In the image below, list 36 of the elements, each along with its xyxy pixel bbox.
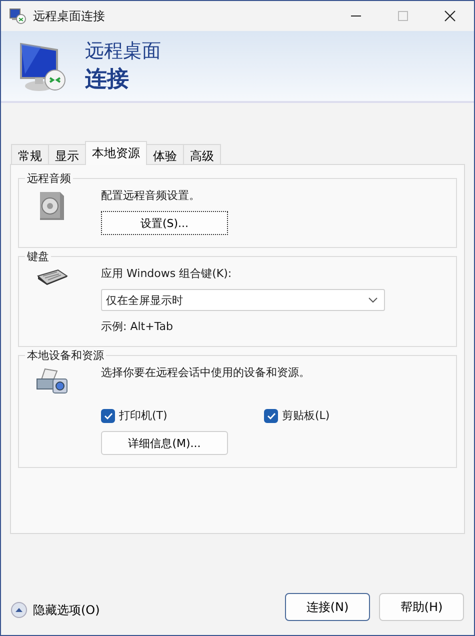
group-title: 键盘 (26, 249, 50, 264)
tab[interactable]: 显示 (48, 144, 86, 164)
tab[interactable]: 高级 (183, 144, 221, 164)
tab[interactable]: 常规 (11, 144, 49, 164)
banner-title: 远程桌面 (85, 39, 161, 64)
dialog-button[interactable]: 帮助(H) (379, 593, 464, 621)
banner-subtitle: 连接 (85, 66, 130, 94)
checkbox-box[interactable] (101, 408, 115, 422)
key-combination-dropdown[interactable]: 仅在全屏显示时 (101, 289, 385, 311)
checkmark-icon (104, 412, 112, 420)
group-title: 远程音频 (26, 171, 72, 186)
keyboard-icon (36, 268, 68, 286)
tab[interactable]: 本地资源 (85, 141, 147, 165)
chevron-down-icon (368, 297, 378, 303)
speaker-icon (38, 190, 66, 222)
app-icon (9, 8, 27, 24)
window-title: 远程桌面连接 (33, 8, 105, 24)
details-button[interactable]: 详细信息(M)... (101, 431, 228, 455)
settings-button[interactable]: 设置(S)... (101, 211, 228, 235)
description-text: 选择你要在远程会话中使用的设备和资源。 (101, 365, 310, 380)
tab[interactable]: 体验 (146, 144, 184, 164)
checkbox-label: 剪贴板(L) (282, 408, 330, 423)
example-text: 示例: Alt+Tab (101, 319, 173, 334)
checkbox[interactable]: 剪贴板(L) (264, 408, 427, 423)
description-text: 配置远程音频设置。 (101, 188, 200, 203)
group-title: 本地设备和资源 (26, 348, 105, 363)
close-icon[interactable] (444, 10, 456, 22)
checkbox[interactable]: 打印机(T) (101, 408, 264, 423)
checkbox-label: 打印机(T) (119, 408, 168, 423)
checkmark-icon (266, 412, 276, 420)
hide-options-toggle[interactable]: 隐藏选项(O) (11, 602, 100, 618)
checkbox-box[interactable] (264, 408, 278, 422)
dialog-button[interactable]: 连接(N) (285, 593, 370, 621)
chevron-up-icon (11, 602, 27, 618)
maximize-icon (397, 10, 409, 22)
field-label: 应用 Windows 组合键(K): (101, 266, 232, 281)
